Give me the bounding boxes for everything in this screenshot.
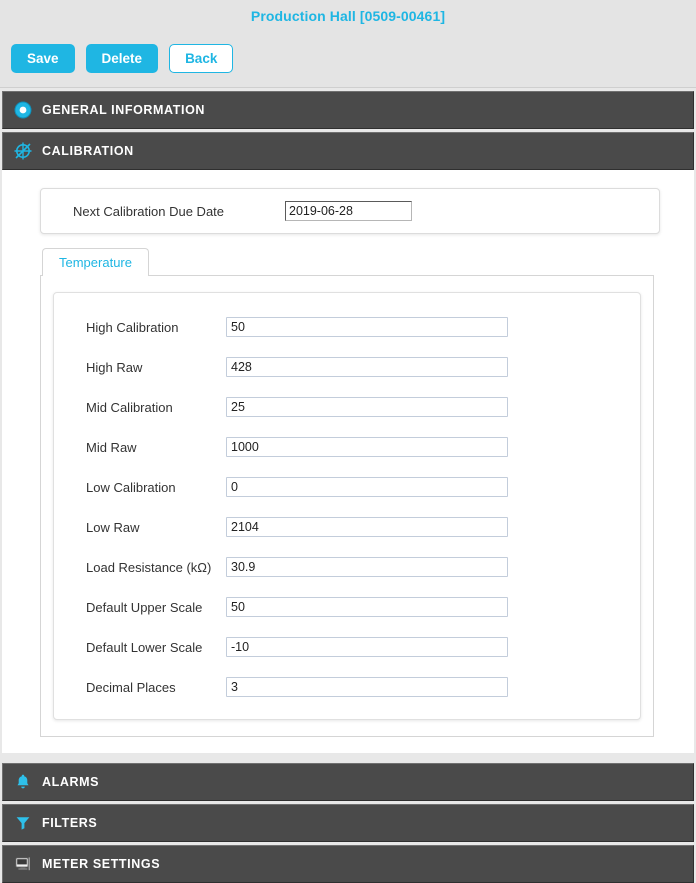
input-load-resistance[interactable]	[226, 557, 508, 577]
section-label-filters: FILTERS	[42, 816, 98, 830]
label-mid-raw: Mid Raw	[86, 439, 137, 455]
label-decimal-places: Decimal Places	[86, 679, 176, 695]
input-low-raw[interactable]	[226, 517, 508, 537]
input-low-calibration[interactable]	[226, 477, 508, 497]
section-header-meter-settings[interactable]: METER SETTINGS	[2, 845, 694, 883]
field-row-low-raw: Low Raw	[66, 507, 628, 547]
section-label-meter-settings: METER SETTINGS	[42, 857, 161, 871]
input-default-upper-scale[interactable]	[226, 597, 508, 617]
next-calibration-due-date-panel: Next Calibration Due Date	[40, 188, 660, 234]
section-header-general-information[interactable]: GENERAL INFORMATION	[2, 91, 694, 129]
calibration-tabs: Temperature High Calibration High Raw Mi…	[40, 248, 654, 737]
tab-panel-temperature: High Calibration High Raw Mid Calibratio…	[40, 275, 654, 737]
funnel-icon	[13, 813, 33, 833]
field-row-decimal-places: Decimal Places	[66, 667, 628, 707]
meter-monitor-icon	[13, 854, 33, 874]
input-mid-raw[interactable]	[226, 437, 508, 457]
label-low-calibration: Low Calibration	[86, 479, 176, 495]
bottom-sections: ALARMS FILTERS METER SETTINGS	[0, 763, 696, 883]
field-row-load-resistance: Load Resistance (kΩ)	[66, 547, 628, 587]
section-label-general-information: GENERAL INFORMATION	[42, 103, 206, 117]
label-high-raw: High Raw	[86, 359, 143, 375]
field-row-mid-raw: Mid Raw	[66, 427, 628, 467]
input-high-raw[interactable]	[226, 357, 508, 377]
calibration-body: Next Calibration Due Date Temperature Hi…	[2, 170, 694, 753]
input-decimal-places[interactable]	[226, 677, 508, 697]
label-mid-calibration: Mid Calibration	[86, 399, 173, 415]
calibration-target-icon	[13, 141, 33, 161]
label-load-resistance: Load Resistance (kΩ)	[86, 559, 212, 575]
tab-temperature[interactable]: Temperature	[42, 248, 149, 276]
label-low-raw: Low Raw	[86, 519, 140, 535]
input-mid-calibration[interactable]	[226, 397, 508, 417]
field-row-high-raw: High Raw	[66, 347, 628, 387]
section-label-alarms: ALARMS	[42, 775, 100, 789]
input-default-lower-scale[interactable]	[226, 637, 508, 657]
calibration-fields-panel: High Calibration High Raw Mid Calibratio…	[53, 292, 641, 720]
label-default-upper-scale: Default Upper Scale	[86, 599, 203, 615]
delete-button[interactable]: Delete	[85, 44, 159, 73]
field-row-high-calibration: High Calibration	[66, 307, 628, 347]
tab-strip: Temperature	[40, 248, 654, 276]
field-row-mid-calibration: Mid Calibration	[66, 387, 628, 427]
section-header-filters[interactable]: FILTERS	[2, 804, 694, 842]
page-header: Production Hall [0509-00461] Save Delete…	[0, 0, 696, 88]
save-button[interactable]: Save	[11, 44, 75, 73]
bell-icon	[13, 772, 33, 792]
back-button[interactable]: Back	[169, 44, 234, 73]
section-header-calibration[interactable]: CALIBRATION	[2, 132, 694, 170]
next-calibration-due-date-label: Next Calibration Due Date	[73, 203, 225, 219]
field-row-default-lower-scale: Default Lower Scale	[66, 627, 628, 667]
calibration-page: Production Hall [0509-00461] Save Delete…	[0, 0, 696, 883]
section-header-alarms[interactable]: ALARMS	[2, 763, 694, 801]
info-circle-icon	[13, 100, 33, 120]
page-title: Production Hall [0509-00461]	[250, 8, 446, 24]
section-label-calibration: CALIBRATION	[42, 144, 134, 158]
input-high-calibration[interactable]	[226, 317, 508, 337]
next-calibration-due-date-input[interactable]	[285, 201, 412, 221]
field-row-default-upper-scale: Default Upper Scale	[66, 587, 628, 627]
label-default-lower-scale: Default Lower Scale	[86, 639, 203, 655]
field-row-low-calibration: Low Calibration	[66, 467, 628, 507]
action-button-row: Save Delete Back	[11, 44, 234, 73]
label-high-calibration: High Calibration	[86, 319, 179, 335]
